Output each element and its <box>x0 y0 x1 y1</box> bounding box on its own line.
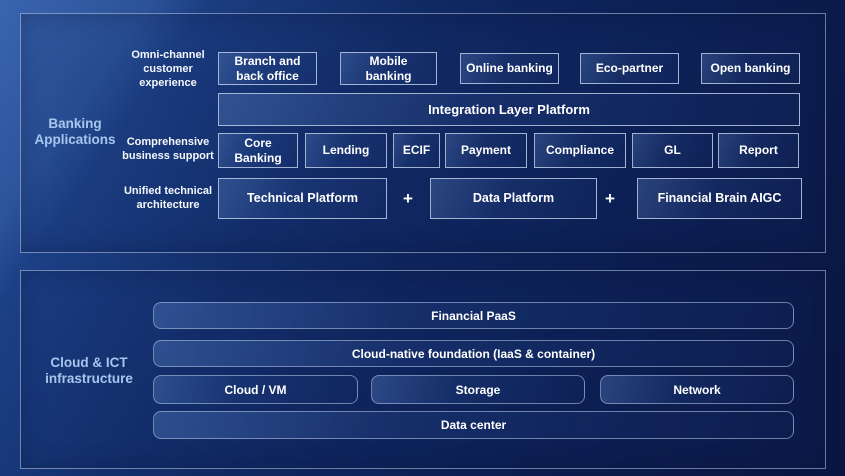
box-online-banking: Online banking <box>460 53 559 84</box>
box-ecif: ECIF <box>393 133 440 168</box>
box-cloud-vm: Cloud / VM <box>153 375 358 404</box>
box-data-center: Data center <box>153 411 794 439</box>
row-label-omni-channel: Omni-channel customer experience <box>110 48 226 90</box>
plus-separator-1: + <box>397 178 419 219</box>
plus-separator-2: + <box>599 178 621 219</box>
integration-layer-bar: Integration Layer Platform <box>218 93 800 126</box>
box-mobile-banking: Mobile banking <box>340 52 437 85</box>
box-payment: Payment <box>445 133 527 168</box>
box-financial-brain-aigc: Financial Brain AIGC <box>637 178 802 219</box>
box-branch-back-office: Branch and back office <box>218 52 317 85</box>
cloud-panel-title: Cloud & ICT infrastructure <box>25 355 153 388</box>
box-compliance: Compliance <box>534 133 626 168</box>
row-label-technical-architecture: Unified technical architecture <box>110 184 226 212</box>
box-report: Report <box>718 133 799 168</box>
box-lending: Lending <box>305 133 387 168</box>
box-storage: Storage <box>371 375 585 404</box>
box-open-banking: Open banking <box>701 53 800 84</box>
box-financial-paas: Financial PaaS <box>153 302 794 329</box>
box-cloud-native-foundation: Cloud-native foundation (IaaS & containe… <box>153 340 794 367</box>
box-eco-partner: Eco-partner <box>580 53 679 84</box>
box-core-banking: Core Banking <box>218 133 298 168</box>
box-gl: GL <box>632 133 713 168</box>
row-label-business-support: Comprehensive business support <box>110 135 226 163</box>
box-technical-platform: Technical Platform <box>218 178 387 219</box>
box-network: Network <box>600 375 794 404</box>
box-data-platform: Data Platform <box>430 178 597 219</box>
